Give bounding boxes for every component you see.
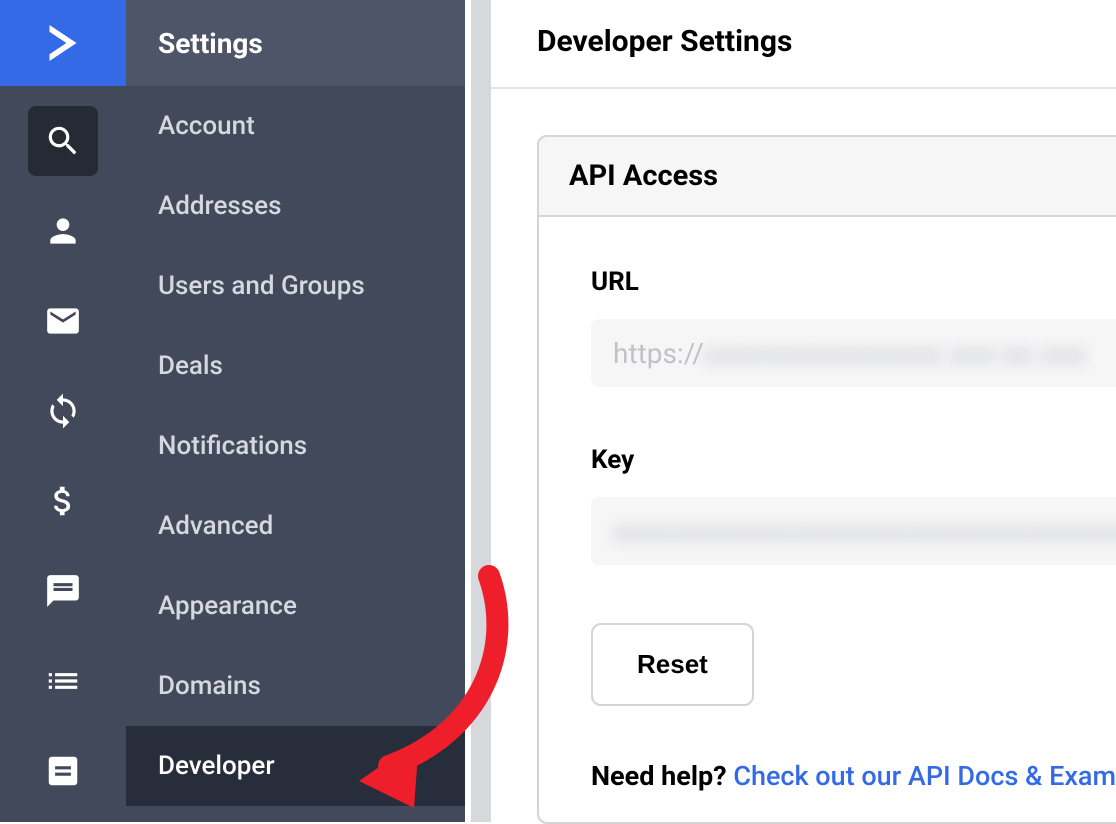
card-header: API Access: [539, 137, 1116, 217]
document-icon: [44, 752, 82, 790]
url-hidden: xxxxxxxxxxxxxxxx.xxx-xx.xxx: [704, 337, 1087, 370]
api-access-card: API Access URL https://xxxxxxxxxxxxxxxx.…: [537, 135, 1116, 824]
settings-header: Settings: [126, 0, 465, 86]
main-content: Developer Settings API Access URL https:…: [491, 0, 1116, 822]
sidebar-item-label: Domains: [158, 671, 261, 701]
sidebar-item-addresses[interactable]: Addresses: [126, 166, 465, 246]
url-label: URL: [591, 267, 1116, 297]
sidebar-item-account[interactable]: Account: [126, 86, 465, 166]
sidebar-item-notifications[interactable]: Notifications: [126, 406, 465, 486]
sidebar-item-label: Advanced: [158, 511, 273, 541]
vertical-divider: [465, 0, 491, 822]
page-title: Developer Settings: [491, 0, 1116, 89]
nav-campaigns[interactable]: [28, 286, 98, 356]
sidebar-item-label: Appearance: [158, 591, 297, 621]
url-prefix: https://: [613, 337, 704, 370]
nav-contacts[interactable]: [28, 196, 98, 266]
chat-icon: [44, 572, 82, 610]
settings-sidebar: Settings Account Addresses Users and Gro…: [126, 0, 465, 822]
help-prefix: Need help?: [591, 760, 733, 792]
sidebar-item-advanced[interactable]: Advanced: [126, 486, 465, 566]
nav-search[interactable]: [28, 106, 98, 176]
nav-conversations[interactable]: [28, 556, 98, 626]
sidebar-item-deals[interactable]: Deals: [126, 326, 465, 406]
sidebar-item-appearance[interactable]: Appearance: [126, 566, 465, 646]
key-field[interactable]: xxxxxxxxxxxxxxxxxxxxxxxxxxxxxxxxxxxxx: [591, 497, 1116, 565]
logo-chevron-icon: [36, 16, 90, 70]
reset-button[interactable]: Reset: [591, 623, 754, 706]
app-logo[interactable]: [0, 0, 126, 86]
sidebar-item-label: Users and Groups: [158, 271, 365, 301]
sidebar-item-domains[interactable]: Domains: [126, 646, 465, 726]
icon-rail: [0, 0, 126, 822]
contacts-icon: [44, 212, 82, 250]
key-label: Key: [591, 445, 1116, 475]
mail-icon: [44, 302, 82, 340]
url-field[interactable]: https://xxxxxxxxxxxxxxxx.xxx-xx.xxx: [591, 319, 1116, 387]
nav-automations[interactable]: [28, 376, 98, 446]
sidebar-item-label: Developer: [158, 751, 275, 781]
help-link[interactable]: Check out our API Docs & Exam: [733, 760, 1116, 792]
sidebar-item-users-groups[interactable]: Users and Groups: [126, 246, 465, 326]
sidebar-item-label: Account: [158, 111, 255, 141]
sidebar-item-label: Deals: [158, 351, 223, 381]
automation-icon: [44, 392, 82, 430]
dollar-icon: [44, 482, 82, 520]
nav-reports[interactable]: [28, 736, 98, 806]
nav-deals[interactable]: [28, 466, 98, 536]
key-hidden: xxxxxxxxxxxxxxxxxxxxxxxxxxxxxxxxxxxxx: [613, 515, 1116, 548]
help-text: Need help? Check out our API Docs & Exam: [591, 760, 1116, 792]
list-icon: [44, 662, 82, 700]
nav-lists[interactable]: [28, 646, 98, 716]
search-icon: [44, 122, 82, 160]
sidebar-item-label: Addresses: [158, 191, 282, 221]
sidebar-item-label: Notifications: [158, 431, 307, 461]
settings-menu-body: Account Addresses Users and Groups Deals…: [126, 86, 465, 822]
sidebar-item-developer[interactable]: Developer: [126, 726, 465, 806]
